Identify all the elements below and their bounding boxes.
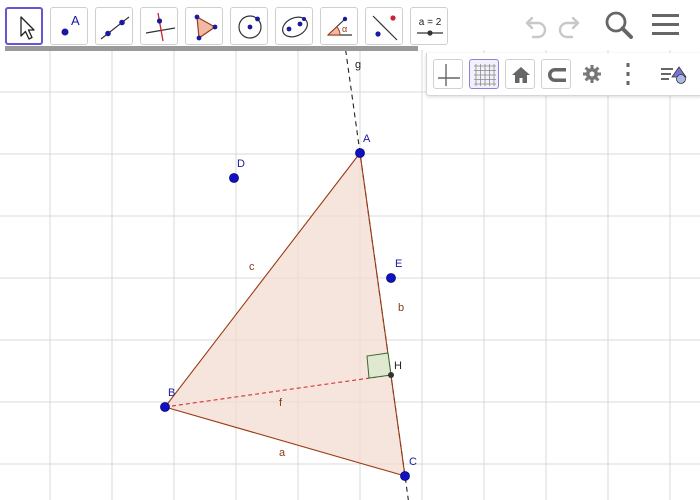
tool-slider[interactable]: a = 2 — [410, 7, 448, 45]
point-label-A: A — [363, 133, 371, 145]
tool-line[interactable] — [95, 7, 133, 45]
segment-label-c: c — [249, 261, 255, 273]
point-tool-label: A — [71, 13, 80, 28]
conic-tool-icon — [282, 16, 308, 38]
segment-label-a: a — [279, 447, 286, 459]
point-D[interactable] — [229, 173, 239, 183]
tool-perpendicular[interactable] — [140, 7, 178, 45]
search-button[interactable] — [602, 8, 636, 42]
undo-button[interactable] — [518, 8, 552, 42]
line-label-g: g — [355, 59, 362, 71]
segment-label-b: b — [398, 302, 405, 314]
point-label-B: B — [168, 387, 176, 399]
point-label-E: E — [395, 258, 403, 270]
more-vertical-icon — [626, 63, 630, 85]
undo-icon — [525, 16, 547, 39]
toolbar: A α a = 2 — [0, 0, 700, 51]
segment-label-f: f — [279, 397, 283, 409]
point-C[interactable] — [400, 471, 410, 481]
circle-tool-icon — [238, 15, 262, 39]
toggle-axes-button[interactable] — [433, 59, 463, 89]
toggle-style-bar-button[interactable] — [659, 59, 689, 89]
tool-conic[interactable] — [275, 7, 313, 45]
tool-circle[interactable] — [230, 7, 268, 45]
reflect-tool-icon — [372, 15, 398, 41]
angle-tool-icon: α — [326, 16, 352, 36]
point-tool-icon: A — [61, 13, 80, 36]
construction[interactable] — [160, 49, 410, 500]
tool-reflect[interactable] — [365, 7, 403, 45]
perpendicular-line-icon — [145, 12, 176, 42]
tool-move[interactable] — [5, 7, 43, 45]
axes-toggle-icon — [438, 64, 460, 86]
gear-icon — [583, 65, 601, 83]
triangle-polygon[interactable] — [165, 153, 405, 476]
angle-tool-label: α — [342, 24, 347, 34]
redo-button[interactable] — [553, 8, 587, 42]
tool-angle[interactable]: α — [320, 7, 358, 45]
toggle-grid-button[interactable] — [469, 59, 499, 89]
point-E[interactable] — [386, 273, 396, 283]
hamburger-menu-icon — [652, 14, 679, 35]
search-icon — [605, 11, 633, 39]
standard-view-button[interactable] — [505, 59, 535, 89]
toolbar-progress-bar — [5, 46, 418, 51]
point-capturing-button[interactable] — [541, 59, 571, 89]
more-options-button[interactable] — [613, 59, 643, 89]
home-icon — [512, 67, 530, 83]
toolbar-progress-fill — [5, 46, 418, 51]
graphics-style-bar — [426, 53, 700, 96]
redo-icon — [558, 16, 580, 39]
point-B[interactable] — [160, 402, 170, 412]
tool-polygon[interactable] — [185, 7, 223, 45]
point-label-H: H — [394, 360, 402, 372]
tool-point[interactable]: A — [50, 7, 88, 45]
style-toggle-icon — [661, 66, 687, 84]
line-tool-icon — [100, 16, 130, 40]
cursor-arrow-icon — [20, 16, 35, 40]
slider-tool-label: a = 2 — [418, 17, 442, 28]
point-label-D: D — [237, 158, 245, 170]
right-angle-marker[interactable] — [366, 352, 392, 379]
point-A[interactable] — [355, 148, 365, 158]
grid-toggle-icon — [474, 64, 496, 86]
point-label-C: C — [409, 456, 417, 468]
point-H[interactable] — [388, 372, 394, 378]
menu-button[interactable] — [648, 8, 682, 42]
polygon-tool-icon — [194, 14, 218, 41]
settings-button[interactable] — [577, 59, 607, 89]
magnet-icon — [548, 68, 566, 82]
